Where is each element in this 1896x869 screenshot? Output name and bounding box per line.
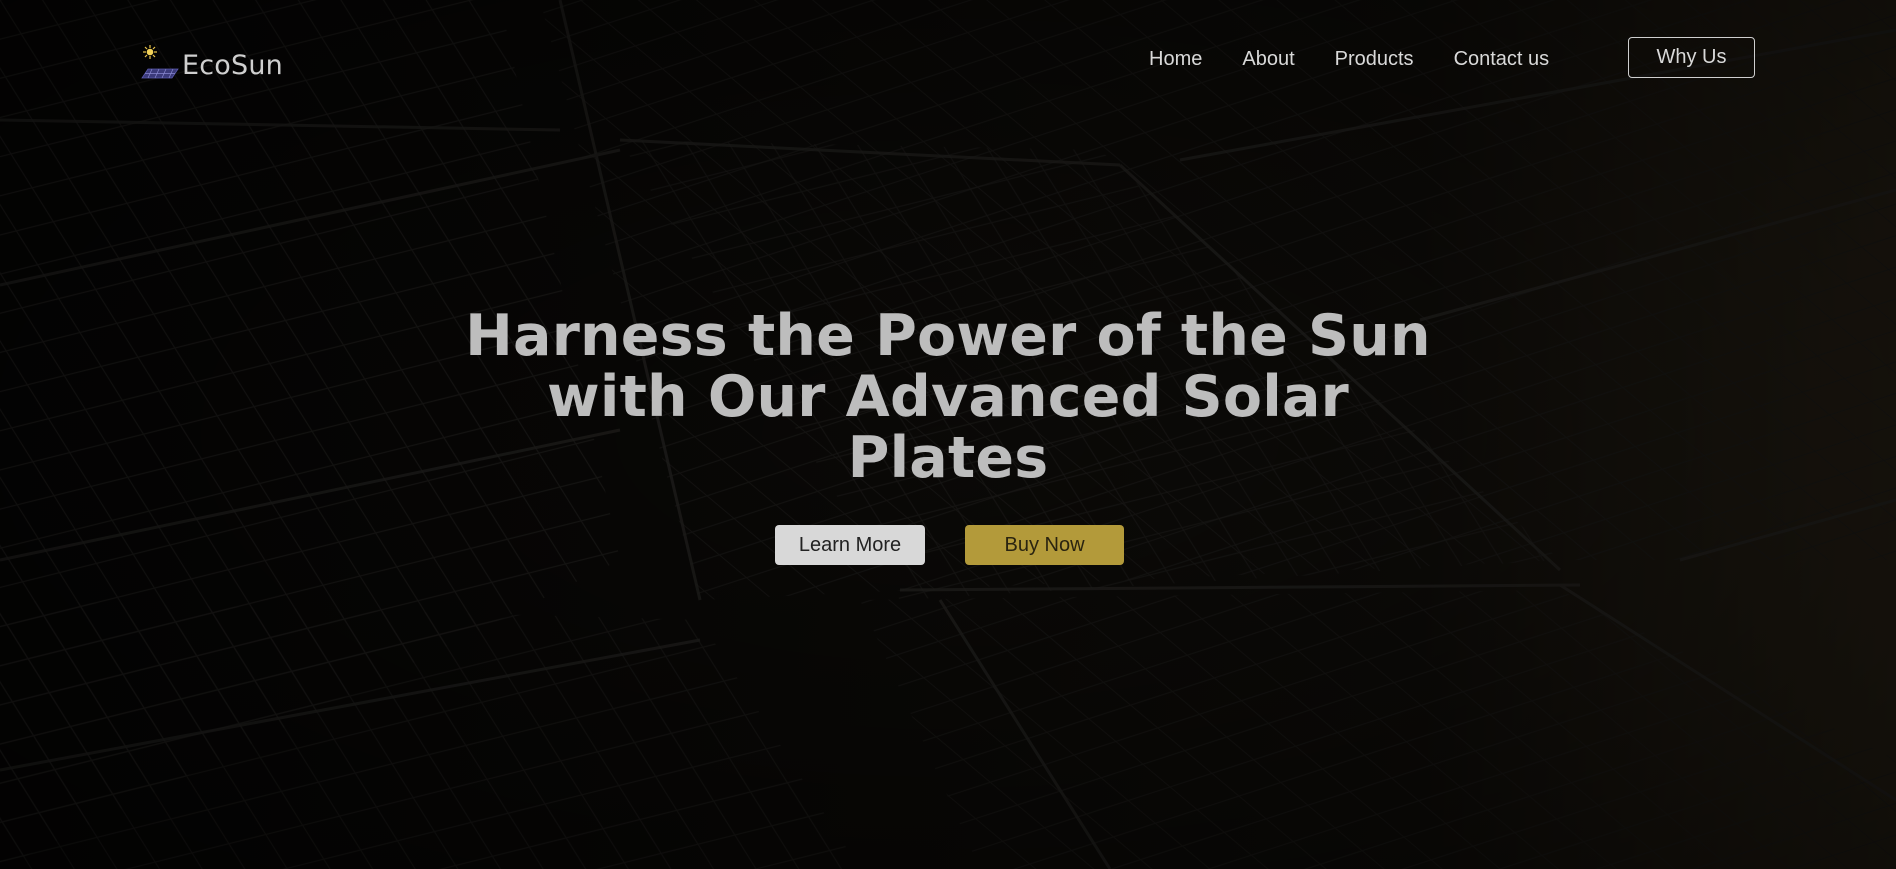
nav-link-home[interactable]: Home <box>1149 46 1202 72</box>
brand-logo[interactable]: EcoSun <box>140 38 283 82</box>
hero-headline: Harness the Power of the Sun with Our Ad… <box>465 303 1431 491</box>
nav-link-products[interactable]: Products <box>1335 46 1414 72</box>
top-navigation-bar: EcoSun Home About Products Contact us Wh… <box>0 0 1896 118</box>
hero-section: EcoSun Home About Products Contact us Wh… <box>0 0 1896 869</box>
learn-more-button[interactable]: Learn More <box>775 525 925 565</box>
brand-name: EcoSun <box>182 50 283 81</box>
buy-now-button[interactable]: Buy Now <box>965 525 1124 565</box>
sun-over-solar-panel-icon <box>141 45 179 79</box>
nav-link-contact-us[interactable]: Contact us <box>1454 46 1550 72</box>
nav-links: Home About Products Contact us <box>1149 46 1589 72</box>
why-us-button[interactable]: Why Us <box>1628 37 1755 78</box>
nav-link-about[interactable]: About <box>1242 46 1294 72</box>
